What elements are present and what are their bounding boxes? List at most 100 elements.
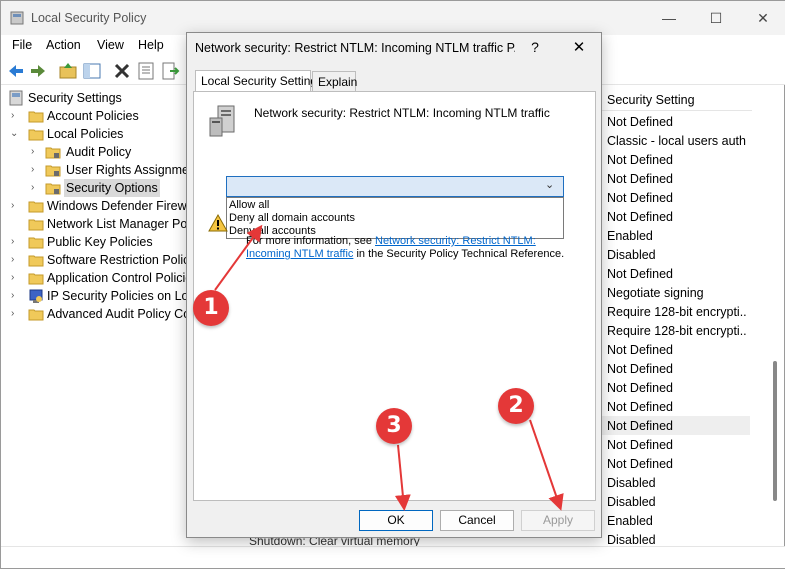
tree-root-security-settings[interactable]: Security Settings [7, 89, 187, 107]
up-folder-icon[interactable] [58, 61, 78, 81]
back-arrow-icon[interactable] [6, 61, 26, 81]
step-badge-1: 1 [193, 290, 229, 326]
chevron-right-icon[interactable]: › [11, 269, 21, 287]
folder-open-icon [28, 129, 44, 141]
menu-help[interactable]: Help [138, 38, 164, 52]
chevron-right-icon[interactable]: › [11, 107, 21, 125]
chevron-right-icon[interactable]: › [31, 161, 41, 179]
security-setting-value[interactable]: Disabled [607, 246, 747, 265]
tree-item-windows-defender-firewall[interactable]: › Windows Defender Firewall [7, 197, 189, 215]
close-button[interactable]: ✕ [751, 7, 775, 29]
window-title: Local Security Policy [31, 11, 147, 25]
security-setting-value[interactable]: Enabled [607, 227, 747, 246]
security-setting-value[interactable]: Not Defined [607, 398, 747, 417]
security-setting-value[interactable]: Negotiate signing [607, 284, 747, 303]
tab-explain[interactable]: Explain [312, 71, 357, 91]
policy-name-label: Network security: Restrict NTLM: Incomin… [254, 106, 550, 120]
security-setting-value[interactable]: Not Defined [607, 360, 747, 379]
maximize-button[interactable]: ☐ [704, 7, 728, 29]
ntlm-policy-select[interactable]: ⌄ [226, 176, 564, 197]
delete-icon[interactable] [112, 61, 132, 81]
warning-icon [208, 214, 228, 232]
help-button[interactable]: ? [527, 39, 543, 55]
dialog-title: Network security: Restrict NTLM: Incomin… [195, 41, 515, 55]
folder-icon [28, 255, 44, 267]
show-hide-tree-icon[interactable] [82, 61, 102, 81]
chevron-right-icon[interactable]: › [11, 233, 21, 251]
security-setting-value[interactable]: Enabled [607, 512, 747, 531]
export-list-icon[interactable] [160, 61, 180, 81]
tree-item-ip-security[interactable]: › IP Security Policies on Loca [7, 287, 189, 305]
tree-item-software-restriction[interactable]: › Software Restriction Policie [7, 251, 189, 269]
tree-item-local-policies[interactable]: ⌄ Local Policies [7, 125, 187, 143]
folder-lock-icon [45, 183, 61, 195]
tree-item-application-control[interactable]: › Application Control Policie [7, 269, 189, 287]
security-setting-value[interactable]: Disabled [607, 493, 747, 512]
scrollbar-thumb[interactable] [773, 361, 777, 501]
chevron-right-icon[interactable]: › [11, 305, 21, 323]
security-setting-value[interactable]: Require 128-bit encrypti... [607, 322, 747, 341]
navigation-tree: Security Settings › Account Policies ⌄ L… [1, 87, 189, 547]
menu-file[interactable]: File [12, 38, 32, 52]
title-bar: Local Security Policy — ☐ ✕ [1, 1, 785, 35]
more-info-text: For more information, see Network securi… [246, 235, 565, 260]
tree-item-network-list-manager[interactable]: Network List Manager Poli [7, 215, 189, 233]
security-setting-value[interactable]: Require 128-bit encrypti... [607, 303, 747, 322]
security-setting-value[interactable]: Not Defined [607, 265, 747, 284]
security-policy-icon [10, 11, 24, 25]
security-setting-value[interactable]: Classic - local users auth... [607, 132, 747, 151]
menu-view[interactable]: View [97, 38, 124, 52]
security-setting-value[interactable]: Not Defined [607, 208, 747, 227]
forward-arrow-icon[interactable] [28, 61, 48, 81]
ok-button[interactable]: OK [359, 510, 433, 531]
tree-item-advanced-audit[interactable]: › Advanced Audit Policy Con [7, 305, 189, 323]
ntlm-policy-options: Allow all Deny all domain accounts Deny … [226, 197, 564, 239]
folder-lock-icon [45, 165, 61, 177]
security-setting-value[interactable]: Not Defined [607, 341, 747, 360]
step-badge-2: 2 [498, 388, 534, 424]
security-setting-value[interactable]: Disabled [607, 474, 747, 493]
ip-security-icon [29, 289, 43, 303]
security-settings-icon [9, 90, 23, 106]
chevron-right-icon[interactable]: › [11, 287, 21, 305]
chevron-right-icon[interactable]: › [31, 179, 41, 197]
tree-item-public-key-policies[interactable]: › Public Key Policies [7, 233, 187, 251]
security-setting-value[interactable]: Not Defined [607, 189, 747, 208]
folder-icon [28, 273, 44, 285]
tree-item-account-policies[interactable]: › Account Policies [7, 107, 187, 125]
tab-local-security-setting[interactable]: Local Security Setting [195, 70, 317, 91]
chevron-right-icon[interactable]: › [11, 197, 21, 215]
folder-icon [28, 111, 44, 123]
option-deny-domain-accounts[interactable]: Deny all domain accounts [229, 212, 355, 225]
tree-item-user-rights-assignment[interactable]: › User Rights Assignment [27, 161, 189, 179]
horizontal-scrollbar[interactable] [1, 546, 785, 568]
column-header-security-setting[interactable]: Security Setting [602, 89, 752, 111]
vertical-scrollbar[interactable] [766, 89, 784, 539]
menu-action[interactable]: Action [46, 38, 81, 52]
folder-icon [28, 309, 44, 321]
security-setting-value[interactable]: Not Defined [607, 170, 747, 189]
tree-item-audit-policy[interactable]: › Audit Policy [27, 143, 187, 161]
server-policy-icon [209, 105, 235, 137]
security-setting-value[interactable]: Not Defined [607, 151, 747, 170]
chevron-down-icon[interactable]: ⌄ [545, 178, 559, 194]
dialog-close-button[interactable]: ✕ [570, 38, 588, 56]
properties-icon[interactable] [136, 61, 156, 81]
folder-lock-icon [45, 147, 61, 159]
folder-icon [28, 219, 44, 231]
option-allow-all[interactable]: Allow all [229, 199, 269, 212]
minimize-button[interactable]: — [657, 7, 681, 29]
security-setting-value[interactable]: Not Defined [607, 436, 747, 455]
policy-properties-dialog: Network security: Restrict NTLM: Incomin… [186, 32, 602, 538]
security-setting-value[interactable]: Not Defined [607, 113, 747, 132]
folder-icon [28, 201, 44, 213]
apply-button[interactable]: Apply [521, 510, 595, 531]
chevron-right-icon[interactable]: › [31, 143, 41, 161]
security-setting-value[interactable]: Not Defined [607, 379, 747, 398]
chevron-right-icon[interactable]: › [11, 251, 21, 269]
security-setting-value[interactable]: Not Defined [607, 455, 747, 474]
cancel-button[interactable]: Cancel [440, 510, 514, 531]
chevron-down-icon[interactable]: ⌄ [10, 125, 20, 143]
security-setting-value[interactable]: Not Defined [607, 417, 747, 436]
tree-item-security-options[interactable]: › Security Options [27, 179, 187, 197]
